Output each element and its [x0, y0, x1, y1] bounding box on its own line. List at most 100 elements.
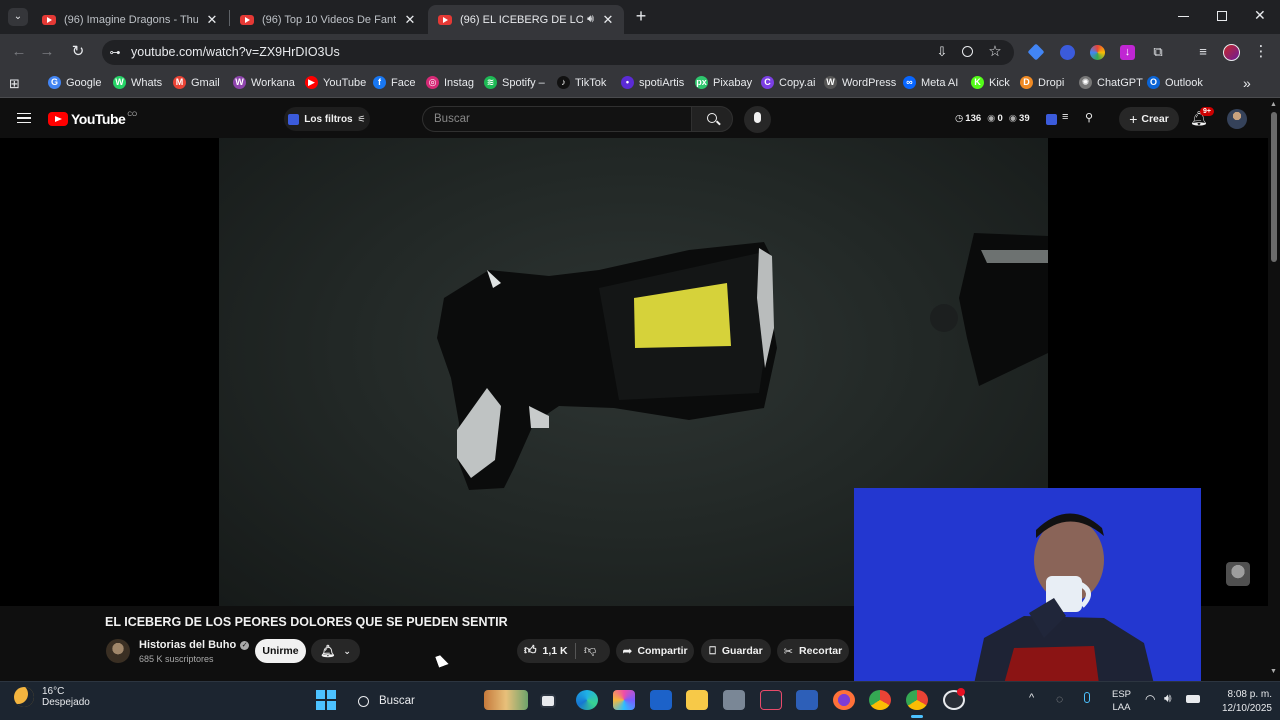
bookmark-face[interactable]: f Face [373, 76, 415, 89]
bookmark-pixabay[interactable]: px Pixabay [695, 76, 752, 89]
back-button[interactable]: ← [9, 42, 29, 62]
user-avatar[interactable] [1227, 109, 1247, 129]
bookmark-gmail[interactable]: M Gmail [173, 76, 220, 89]
youtube-logo[interactable]: YouTube CO [48, 111, 137, 127]
extension-download-icon[interactable]: ↓ [1120, 45, 1135, 60]
search-button[interactable] [691, 106, 733, 132]
firefox-icon[interactable] [833, 690, 855, 710]
tab-search-button[interactable]: ⌄ [8, 8, 28, 26]
bookmark-copy-ai[interactable]: C Copy.ai [761, 76, 815, 89]
language-indicator[interactable]: ESP LAA [1112, 688, 1131, 714]
zoom-icon[interactable] [962, 46, 973, 57]
weather-widget[interactable]: 16°C Despejado [14, 686, 90, 708]
bookmark-whats[interactable]: W Whats [113, 76, 162, 89]
bookmark-chatgpt[interactable]: ✺ ChatGPT [1079, 76, 1143, 89]
bookmark-spotify[interactable]: ≋ Spotify – [484, 76, 545, 89]
filters-extension-icon [288, 113, 300, 125]
chrome-icon[interactable] [869, 690, 891, 710]
close-tab-icon[interactable]: ✕ [204, 12, 220, 28]
tray-mic-icon[interactable] [1084, 692, 1090, 703]
chrome-active-icon[interactable] [906, 690, 928, 710]
bookmark-tiktok[interactable]: ♪ TikTok [557, 76, 606, 89]
header-extension-icon[interactable] [1046, 114, 1057, 125]
subscribed-bell-button[interactable]: 🔔︎ ⌄ [311, 639, 360, 663]
tab-imagine-dragons[interactable]: (96) Imagine Dragons - Thunde ✕ [32, 5, 228, 34]
apps-grid-icon[interactable]: ⊞ [9, 77, 23, 91]
scroll-down-arrow-icon[interactable]: ▼ [1270, 668, 1277, 675]
bookmark-spotiartis[interactable]: • spotiArtis [621, 76, 684, 89]
notifications-button[interactable]: 🔔︎ 9+ [1190, 107, 1214, 128]
reload-button[interactable]: ↻ [68, 42, 88, 62]
app-hexagon-icon[interactable] [723, 690, 745, 710]
bookmark-kick[interactable]: K Kick [971, 76, 1010, 89]
media-controls-icon[interactable]: ≡ [1193, 42, 1213, 62]
extension-blue-icon[interactable] [1060, 45, 1075, 60]
like-button[interactable]: 👍︎ 1,1 K [524, 643, 568, 658]
join-button[interactable]: Unirme [255, 639, 306, 663]
close-window-button[interactable]: ✕ [1254, 7, 1266, 24]
header-list-icon[interactable]: ≡ [1062, 111, 1068, 123]
tray-app-icon[interactable]: ◌ [1056, 692, 1063, 706]
tab-iceberg-active[interactable]: (96) EL ICEBERG DE LOS PEO 🔊︎ ✕ [428, 5, 624, 34]
create-button[interactable]: + Crear [1119, 107, 1179, 131]
lang-bottom: LAA [1112, 702, 1131, 713]
store-icon[interactable] [650, 690, 672, 710]
share-button[interactable]: ➦ Compartir [616, 639, 694, 663]
channel-avatar[interactable] [106, 639, 130, 663]
bookmark-youtube[interactable]: ▶ YouTube [305, 76, 366, 89]
header-pin-icon[interactable]: ⚲ [1085, 111, 1093, 124]
bookmark-google[interactable]: G Google [48, 76, 101, 89]
clock[interactable]: 8:08 p. m. 12/10/2025 [1206, 688, 1272, 716]
microphone-icon [754, 112, 761, 123]
extensions-puzzle-icon[interactable]: ⧉ [1148, 42, 1168, 62]
task-view-icon[interactable] [540, 694, 556, 708]
battery-icon[interactable] [1186, 695, 1200, 703]
start-button[interactable] [316, 690, 336, 710]
copilot-icon[interactable] [613, 690, 635, 710]
edge-icon[interactable] [576, 690, 598, 710]
channel-name[interactable]: Historias del Buho ✓ [139, 639, 250, 651]
profile-avatar[interactable] [1223, 44, 1240, 61]
extension-color-icon[interactable] [1090, 45, 1105, 60]
bookmark-workana[interactable]: W Workana [233, 76, 295, 89]
voice-search-button[interactable] [744, 106, 771, 133]
bookmark-meta-ai[interactable]: ∞ Meta AI [903, 76, 958, 89]
volume-icon[interactable]: 🔊︎ [1164, 691, 1172, 706]
scroll-up-arrow-icon[interactable]: ▲ [1270, 101, 1277, 108]
minimize-button[interactable] [1178, 16, 1189, 17]
thumbs-down-icon: 👎︎ [584, 643, 597, 657]
url-text[interactable]: youtube.com/watch?v=ZX9HrDIO3Us [131, 45, 340, 59]
chrome-menu-icon[interactable]: ⋮ [1251, 42, 1271, 62]
stat-b: 0 [997, 113, 1003, 124]
file-explorer-icon[interactable] [686, 690, 708, 710]
site-info-icon[interactable]: ⊶ [107, 45, 123, 61]
hamburger-menu-icon[interactable] [17, 113, 31, 123]
snipping-tool-icon[interactable] [796, 690, 818, 710]
close-tab-icon[interactable]: ✕ [600, 12, 616, 28]
search-input[interactable]: Buscar [422, 106, 692, 132]
create-label: Crear [1141, 113, 1169, 125]
restore-button[interactable] [1217, 11, 1227, 21]
video-title: EL ICEBERG DE LOS PEORES DOLORES QUE SE … [105, 615, 508, 629]
forward-button[interactable]: → [37, 42, 57, 62]
scrollbar-thumb[interactable] [1271, 112, 1277, 262]
wifi-icon[interactable]: ◠ [1145, 692, 1155, 706]
install-app-icon[interactable]: ⇩ [932, 42, 952, 62]
show-hidden-icons[interactable]: ^ [1029, 692, 1034, 704]
sliders-icon: ⚟ [357, 113, 366, 124]
bookmark-outlook[interactable]: O Outlook [1147, 76, 1203, 89]
tab-top10-fantasmas[interactable]: (96) Top 10 Videos De Fantasm ✕ [230, 5, 426, 34]
bookmark-star-icon[interactable]: ☆ [985, 42, 1005, 62]
close-tab-icon[interactable]: ✕ [402, 12, 418, 28]
dislike-button[interactable]: 👎︎ [584, 643, 596, 658]
bookmark-wordpress[interactable]: W WordPress [824, 76, 896, 89]
clip-button[interactable]: ✂ Recortar [777, 639, 849, 663]
new-tab-button[interactable]: + [632, 6, 650, 27]
pycharm-icon[interactable] [760, 690, 782, 710]
filters-button[interactable]: Los filtros ⚟ [284, 107, 370, 131]
bookmark-instag[interactable]: ◎ Instag [426, 76, 474, 89]
save-button[interactable]: ⎕ Guardar [701, 639, 771, 663]
more-bookmarks-icon[interactable]: » [1243, 75, 1251, 91]
audio-playing-icon[interactable]: 🔊︎ [587, 13, 594, 26]
bookmark-dropi[interactable]: D Dropi [1020, 76, 1064, 89]
